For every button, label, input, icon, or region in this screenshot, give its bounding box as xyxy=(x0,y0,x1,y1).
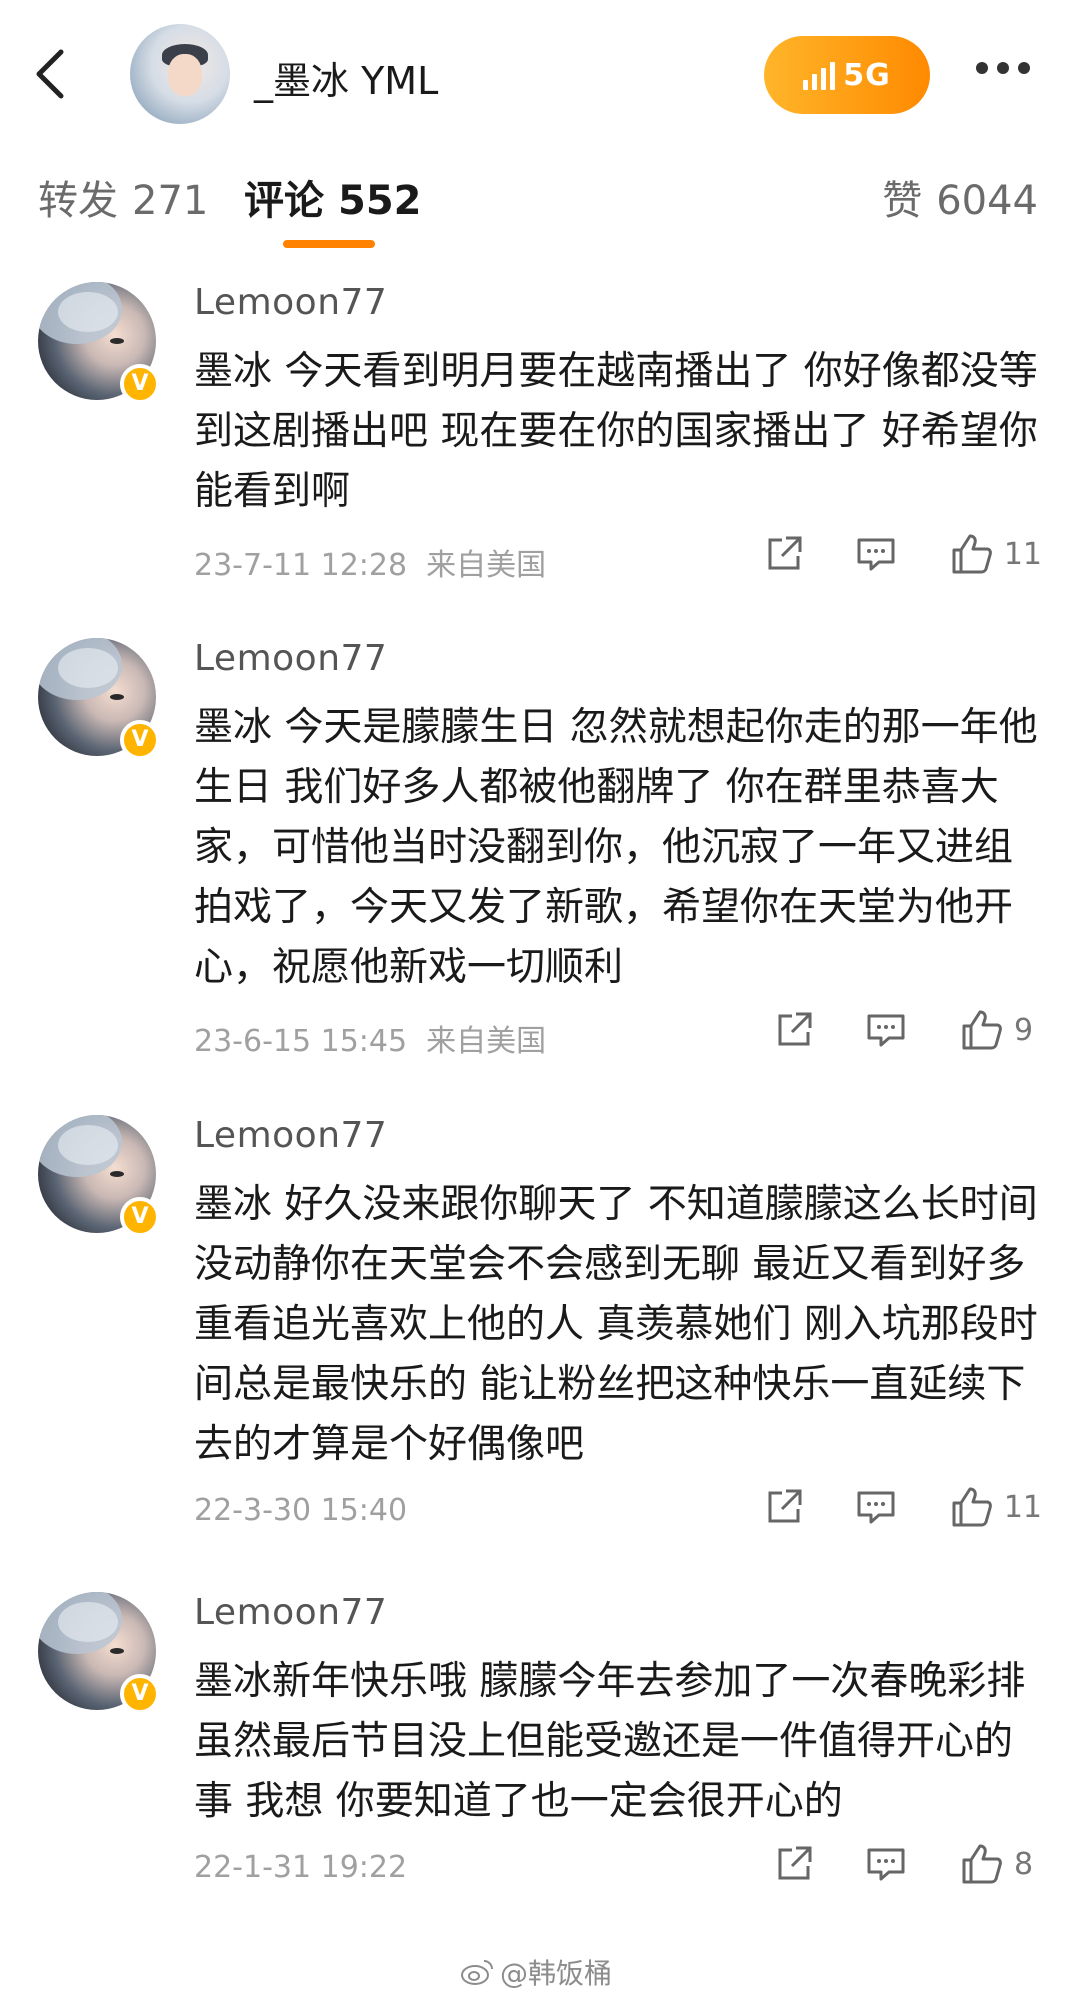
5g-badge-button[interactable]: 5G xyxy=(764,36,930,114)
comment-actions: 8 xyxy=(772,1842,1042,1886)
comment-time: 23-7-11 12:28 xyxy=(194,548,408,583)
comment-icon xyxy=(867,1848,905,1881)
share-icon xyxy=(768,536,802,570)
comment-text: 墨冰 今天看到明月要在越南播出了 你好像都没等到这剧播出吧 现在要在你的国家播出… xyxy=(194,349,1038,514)
thumbs-up-icon xyxy=(962,1844,1002,1884)
share-icon xyxy=(778,1012,812,1046)
like-button[interactable]: 9 xyxy=(960,1008,1042,1052)
avatar[interactable] xyxy=(130,24,230,124)
tab-likes[interactable]: 赞 6044 xyxy=(882,168,1038,226)
dot-icon xyxy=(1018,62,1030,74)
comment-location: 来自美国 xyxy=(426,1024,547,1059)
comment-icon xyxy=(857,1491,895,1524)
like-count: 8 xyxy=(1014,1846,1034,1882)
like-count: 11 xyxy=(1003,1489,1042,1525)
share-icon xyxy=(778,1846,812,1880)
reply-button[interactable] xyxy=(854,1487,898,1527)
tab-count: 271 xyxy=(132,178,209,224)
share-icon xyxy=(768,1489,802,1523)
signal-icon xyxy=(803,60,836,90)
comment-text: 墨冰新年快乐哦 朦朦今年去参加了一次春晚彩排 虽然最后节目没上但能受邀还是一件值… xyxy=(194,1659,1026,1824)
comment-actions: 9 xyxy=(772,1008,1042,1052)
like-button[interactable]: 11 xyxy=(950,532,1042,576)
comment-time: 22-1-31 19:22 xyxy=(194,1850,408,1885)
like-button[interactable]: 8 xyxy=(960,1842,1042,1886)
reply-button[interactable] xyxy=(864,1010,908,1050)
comment-meta: 23-7-11 12:28 来自美国 xyxy=(194,540,546,584)
comment-username[interactable]: Lemoon77 xyxy=(194,1115,387,1156)
verified-icon: V xyxy=(120,1674,160,1714)
comment-actions: 11 xyxy=(762,532,1042,576)
comment-username[interactable]: Lemoon77 xyxy=(194,282,387,323)
avatar-face xyxy=(168,54,202,96)
comment-meta: 22-3-30 15:40 xyxy=(194,1493,407,1528)
active-tab-indicator xyxy=(283,240,375,248)
reply-button[interactable] xyxy=(854,534,898,574)
chevron-left-icon xyxy=(36,49,64,99)
comment-icon xyxy=(857,538,895,571)
share-button[interactable] xyxy=(772,1010,816,1050)
share-button[interactable] xyxy=(772,1844,816,1884)
back-button[interactable] xyxy=(28,44,72,104)
comment-meta: 22-1-31 19:22 xyxy=(194,1850,407,1885)
comment-username[interactable]: Lemoon77 xyxy=(194,1592,387,1633)
comment-text: 墨冰 今天是朦朦生日 忽然就想起你走的那一年他生日 我们好多人都被他翻牌了 你在… xyxy=(194,705,1038,990)
tab-label: 转发 xyxy=(38,178,118,224)
like-button[interactable]: 11 xyxy=(950,1485,1042,1529)
verified-icon: V xyxy=(120,720,160,760)
tab-comments[interactable]: 评论 552 xyxy=(244,168,422,226)
reply-button[interactable] xyxy=(864,1844,908,1884)
verified-icon: V xyxy=(120,1197,160,1237)
like-count: 9 xyxy=(1014,1012,1034,1048)
tab-count: 6044 xyxy=(936,178,1038,224)
weibo-logo-icon xyxy=(461,1960,493,1985)
share-button[interactable] xyxy=(762,534,806,574)
tab-bar: 转发 271 评论 552 赞 6044 xyxy=(0,168,1080,248)
comment-location: 来自美国 xyxy=(426,548,547,583)
top-bar: _墨冰 YML 5G xyxy=(0,0,1080,150)
comment-icon xyxy=(867,1014,905,1047)
comment-actions: 11 xyxy=(762,1485,1042,1529)
watermark-text: @韩饭桶 xyxy=(500,1957,613,1990)
share-button[interactable] xyxy=(762,1487,806,1527)
thumbs-up-icon xyxy=(962,1010,1002,1050)
dot-icon xyxy=(997,62,1009,74)
thumbs-up-icon xyxy=(952,534,992,574)
5g-badge-label: 5G xyxy=(843,57,891,93)
comment-meta: 23-6-15 15:45 来自美国 xyxy=(194,1016,546,1060)
tab-label: 赞 xyxy=(882,178,923,224)
page-title[interactable]: _墨冰 YML xyxy=(254,50,438,105)
more-options-button[interactable] xyxy=(976,62,1030,74)
tab-label: 评论 xyxy=(244,178,324,224)
tab-count: 552 xyxy=(338,178,422,224)
comment-time: 23-6-15 15:45 xyxy=(194,1024,408,1059)
comment-username[interactable]: Lemoon77 xyxy=(194,638,387,679)
watermark: @韩饭桶 xyxy=(460,1952,612,1992)
verified-icon: V xyxy=(120,364,160,404)
dot-icon xyxy=(976,62,988,74)
comment-time: 22-3-30 15:40 xyxy=(194,1493,408,1528)
comment-text: 墨冰 好久没来跟你聊天了 不知道朦朦这么长时间没动静你在天堂会不会感到无聊 最近… xyxy=(194,1182,1038,1467)
tab-reposts[interactable]: 转发 271 xyxy=(38,168,208,226)
like-count: 11 xyxy=(1003,536,1042,572)
thumbs-up-icon xyxy=(952,1487,992,1527)
